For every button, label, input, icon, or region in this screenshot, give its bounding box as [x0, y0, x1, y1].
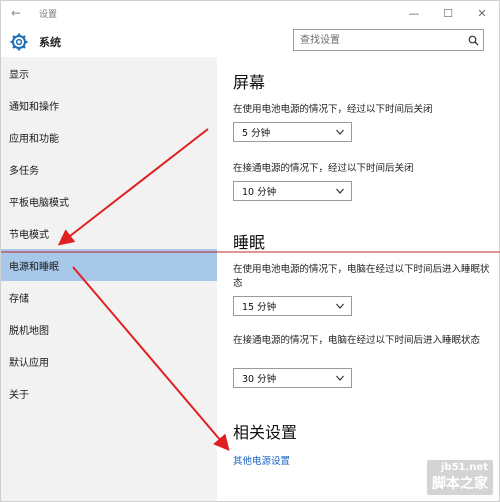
screen-heading: 屏幕: [233, 73, 266, 92]
window-title: 设置: [39, 9, 58, 20]
settings-window: ← 设置 — ☐ ✕ 系统 查找设置 显示 通知和操作 应用和功能 多任务 平板…: [0, 0, 500, 502]
window-controls: — ☐ ✕: [397, 7, 499, 20]
close-icon[interactable]: ✕: [465, 7, 499, 20]
search-icon[interactable]: [463, 30, 483, 50]
related-settings-heading: 相关设置: [233, 423, 298, 442]
sidebar-item-notifications[interactable]: 通知和操作: [1, 89, 217, 121]
sleep-plugged-desc: 在接通电源的情况下，电脑在经过以下时间后进入睡眠状态: [233, 335, 481, 346]
sidebar-item-label: 默认应用: [9, 357, 49, 369]
search-input[interactable]: [294, 30, 463, 50]
sidebar-item-label: 关于: [9, 389, 29, 401]
sleep-heading: 睡眠: [233, 233, 266, 252]
page-title: 系统: [39, 36, 61, 49]
screen-plugged-desc: 在接通电源的情况下，经过以下时间后关闭: [233, 163, 414, 174]
search-box[interactable]: [293, 29, 484, 51]
sidebar-item-power-sleep[interactable]: 电源和睡眠: [1, 249, 217, 281]
title-bar: ← 设置 — ☐ ✕: [1, 1, 499, 25]
gear-icon: [10, 33, 28, 51]
sleep-battery-dropdown[interactable]: 15 分钟: [233, 296, 352, 316]
sidebar-item-label: 脱机地图: [9, 325, 49, 337]
dropdown-value: 10 分钟: [242, 187, 277, 198]
sidebar-item-offline-maps[interactable]: 脱机地图: [1, 313, 217, 345]
chevron-down-icon: [336, 303, 344, 309]
watermark-name: 脚本之家: [432, 476, 488, 492]
sidebar-item-display[interactable]: 显示: [1, 57, 217, 89]
sidebar-item-storage[interactable]: 存储: [1, 281, 217, 313]
watermark-site: jb51.net: [441, 462, 488, 473]
sidebar-item-default-apps[interactable]: 默认应用: [1, 345, 217, 377]
chevron-down-icon: [336, 188, 344, 194]
sidebar: 显示 通知和操作 应用和功能 多任务 平板电脑模式 节电模式 电源和睡眠 存储 …: [1, 57, 217, 501]
additional-power-settings-link[interactable]: 其他电源设置: [233, 453, 290, 467]
dropdown-value: 5 分钟: [242, 128, 271, 139]
dropdown-value: 15 分钟: [242, 302, 277, 313]
maximize-icon[interactable]: ☐: [431, 7, 465, 20]
back-arrow-icon[interactable]: ←: [1, 6, 31, 20]
dropdown-value: 30 分钟: [242, 374, 277, 385]
page-header: 系统: [1, 27, 499, 57]
sidebar-item-label: 多任务: [9, 165, 39, 177]
screen-battery-desc: 在使用电池电源的情况下，经过以下时间后关闭: [233, 104, 433, 115]
sidebar-item-label: 电源和睡眠: [9, 261, 59, 273]
main-content: 屏幕 在使用电池电源的情况下，经过以下时间后关闭 5 分钟 在接通电源的情况下，…: [217, 57, 499, 501]
sidebar-item-multitasking[interactable]: 多任务: [1, 153, 217, 185]
chevron-down-icon: [336, 129, 344, 135]
sidebar-item-apps[interactable]: 应用和功能: [1, 121, 217, 153]
sidebar-item-battery-saver[interactable]: 节电模式: [1, 217, 217, 249]
sidebar-item-label: 平板电脑模式: [9, 197, 69, 209]
chevron-down-icon: [336, 375, 344, 381]
screen-battery-dropdown[interactable]: 5 分钟: [233, 122, 352, 142]
sidebar-item-tablet-mode[interactable]: 平板电脑模式: [1, 185, 217, 217]
sidebar-item-label: 应用和功能: [9, 133, 59, 145]
sidebar-item-about[interactable]: 关于: [1, 377, 217, 409]
sleep-plugged-dropdown[interactable]: 30 分钟: [233, 368, 352, 388]
sidebar-item-label: 存储: [9, 293, 29, 305]
sidebar-item-label: 通知和操作: [9, 101, 59, 113]
minimize-icon[interactable]: —: [397, 7, 431, 20]
sidebar-item-label: 节电模式: [9, 229, 49, 241]
sleep-battery-desc: 在使用电池电源的情况下，电脑在经过以下时间后进入睡眠状态: [233, 264, 490, 289]
screen-plugged-dropdown[interactable]: 10 分钟: [233, 181, 352, 201]
watermark: jb51.net 脚本之家: [427, 460, 493, 495]
sidebar-item-label: 显示: [9, 69, 29, 81]
